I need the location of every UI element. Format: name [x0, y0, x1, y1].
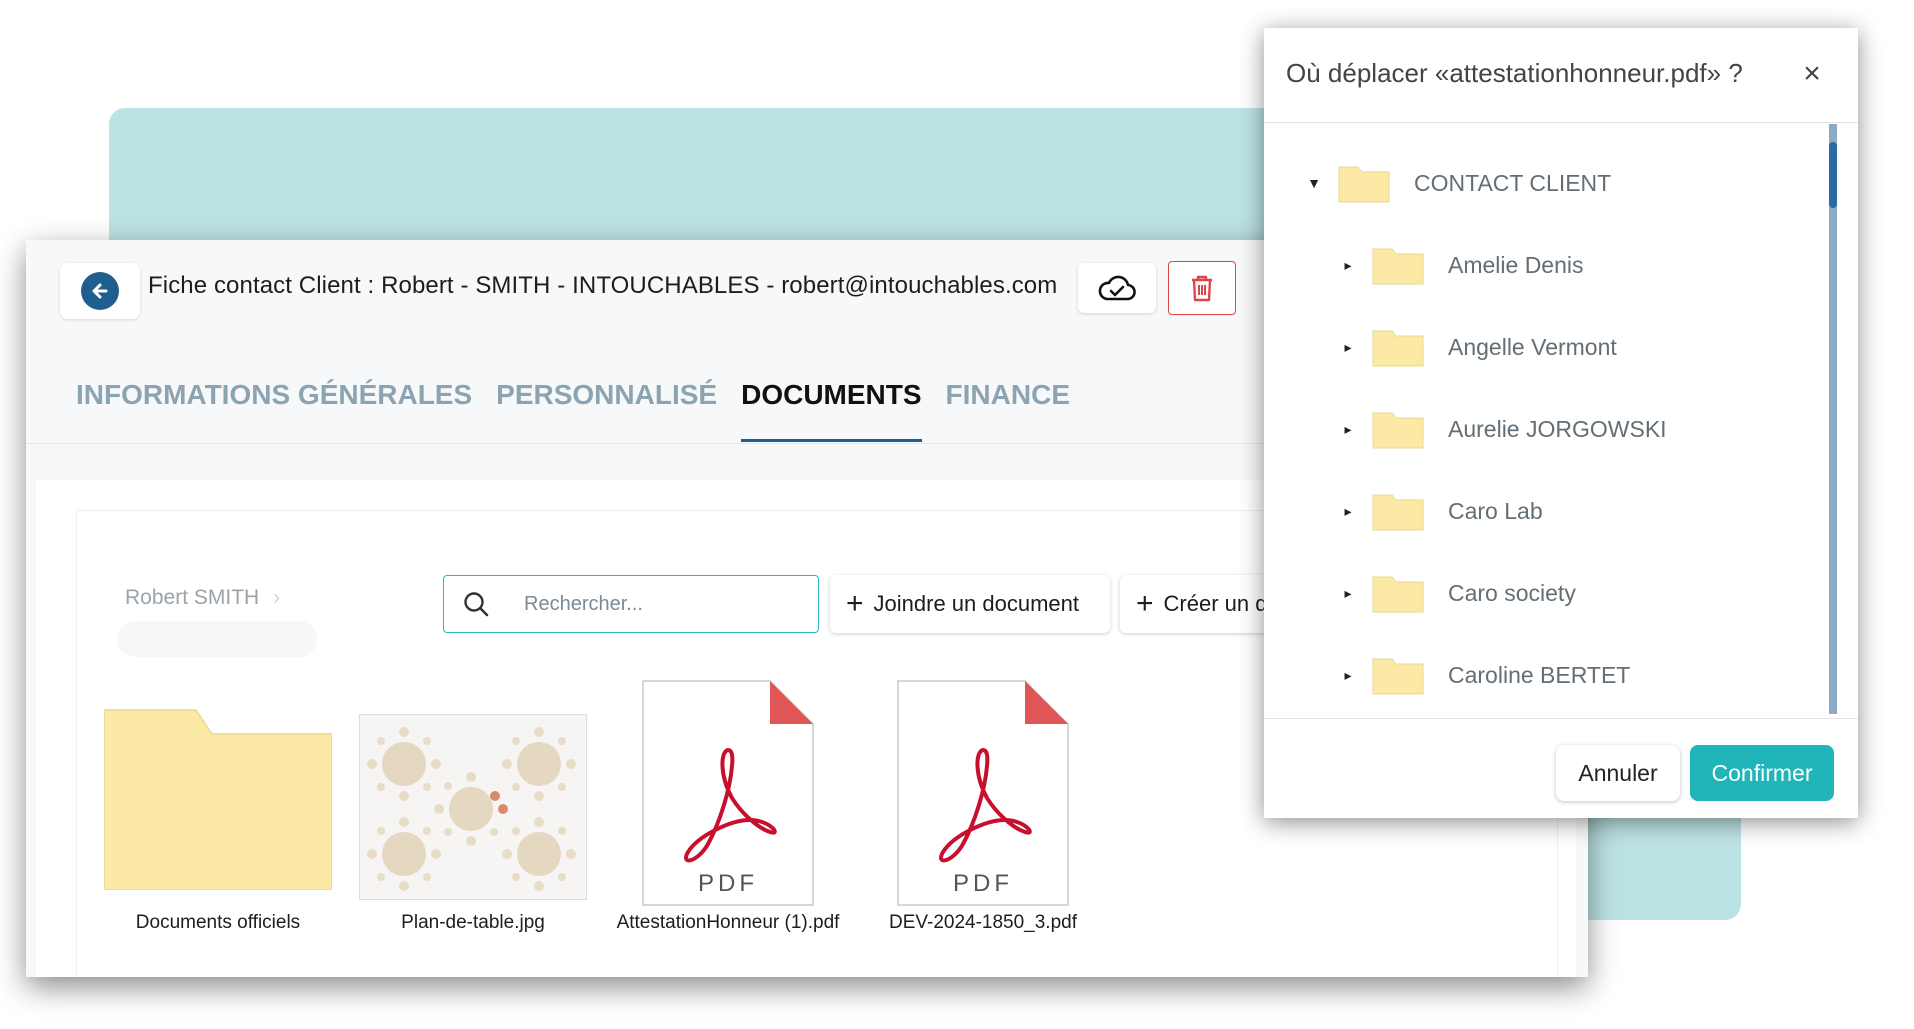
file-name: DEV-2024-1850_3.pdf	[888, 912, 1078, 933]
folder-icon	[1372, 327, 1424, 367]
file-item-pdf[interactable]: PDF AttestationHonneur (1).pdf	[614, 680, 842, 977]
file-name: AttestationHonneur (1).pdf	[616, 912, 840, 933]
tree-item[interactable]: ▸ Amelie Denis	[1338, 235, 1584, 295]
plus-icon: +	[846, 587, 864, 620]
tree-item[interactable]: ▸ Caro society	[1338, 563, 1576, 623]
close-icon[interactable]: ×	[1796, 58, 1828, 90]
tab-bar: INFORMATIONS GÉNÉRALES PERSONNALISÉ DOCU…	[76, 370, 1070, 442]
caret-right-icon[interactable]: ▸	[1338, 339, 1358, 356]
folder-icon	[1372, 491, 1424, 531]
file-name: Plan-de-table.jpg	[401, 912, 545, 933]
tree-label: Caro society	[1448, 579, 1576, 606]
breadcrumb-label: Robert SMITH	[125, 586, 260, 609]
search-field[interactable]	[443, 575, 819, 633]
breadcrumb-background	[117, 621, 317, 657]
tree-item[interactable]: ▸ Caro Lab	[1338, 481, 1543, 541]
cloud-check-icon	[1098, 275, 1136, 301]
file-item-folder[interactable]: Documents officiels	[104, 700, 332, 960]
chevron-right-icon: ›	[273, 586, 281, 609]
caret-right-icon[interactable]: ▸	[1338, 257, 1358, 274]
move-file-dialog: Où déplacer «attestationhonneur.pdf» ? ×…	[1264, 28, 1858, 818]
dialog-divider	[1264, 718, 1858, 719]
tab-documents[interactable]: DOCUMENTS	[741, 370, 922, 442]
cancel-button[interactable]: Annuler	[1556, 745, 1680, 801]
file-item-pdf[interactable]: PDF DEV-2024-1850_3.pdf	[869, 680, 1097, 977]
folder-tree: ▼ CONTACT CLIENT ▸ Amelie Denis ▸ Angell…	[1264, 123, 1858, 717]
folder-icon	[1372, 409, 1424, 449]
search-icon	[462, 589, 492, 619]
image-thumbnail	[359, 714, 587, 900]
tree-item[interactable]: ▸ Caroline BERTET	[1338, 645, 1630, 705]
cloud-sync-button[interactable]	[1078, 263, 1156, 313]
scrollbar-thumb[interactable]	[1829, 142, 1837, 208]
tab-informations-generales[interactable]: INFORMATIONS GÉNÉRALES	[76, 370, 472, 442]
folder-icon	[1372, 655, 1424, 695]
breadcrumb[interactable]: Robert SMITH ›	[125, 586, 280, 610]
search-input[interactable]	[522, 591, 786, 617]
confirm-button[interactable]: Confirmer	[1690, 745, 1834, 801]
tree-item[interactable]: ▸ Angelle Vermont	[1338, 317, 1617, 377]
tab-personnalise[interactable]: PERSONNALISÉ	[496, 370, 717, 442]
folder-icon	[1338, 163, 1390, 203]
caret-right-icon[interactable]: ▸	[1338, 503, 1358, 520]
back-arrow-icon	[81, 272, 119, 310]
caret-right-icon[interactable]: ▸	[1338, 585, 1358, 602]
page-title: Fiche contact Client : Robert - SMITH - …	[148, 272, 1058, 299]
scrollbar[interactable]	[1829, 124, 1837, 714]
attach-document-button[interactable]: + Joindre un document	[830, 575, 1110, 633]
folder-icon	[1372, 573, 1424, 613]
tree-label: Amelie Denis	[1448, 251, 1584, 278]
tree-label: Caro Lab	[1448, 497, 1543, 524]
folder-icon	[104, 709, 332, 890]
file-name: Documents officiels	[135, 912, 301, 933]
tree-root-contact-client[interactable]: ▼ CONTACT CLIENT	[1304, 153, 1611, 213]
delete-button[interactable]	[1168, 261, 1236, 315]
tree-item[interactable]: ▸ Aurelie JORGOWSKI	[1338, 399, 1667, 459]
caret-right-icon[interactable]: ▸	[1338, 421, 1358, 438]
plus-icon: +	[1136, 587, 1154, 620]
tree-label: Aurelie JORGOWSKI	[1448, 415, 1667, 442]
trash-icon	[1192, 275, 1212, 302]
caret-down-icon[interactable]: ▼	[1304, 175, 1324, 191]
caret-right-icon[interactable]: ▸	[1338, 667, 1358, 684]
attach-document-label: Joindre un document	[873, 591, 1079, 616]
tree-label: Angelle Vermont	[1448, 333, 1617, 360]
tree-label: CONTACT CLIENT	[1414, 169, 1612, 196]
tree-label: Caroline BERTET	[1448, 661, 1631, 688]
pdf-label: PDF	[698, 870, 758, 897]
folder-icon	[1372, 245, 1424, 285]
file-item-image[interactable]: Plan-de-table.jpg	[359, 700, 587, 960]
back-button[interactable]	[60, 263, 140, 319]
tab-finance[interactable]: FINANCE	[946, 370, 1070, 442]
dialog-title: Où déplacer «attestationhonneur.pdf» ?	[1286, 58, 1743, 88]
pdf-label: PDF	[953, 870, 1013, 897]
